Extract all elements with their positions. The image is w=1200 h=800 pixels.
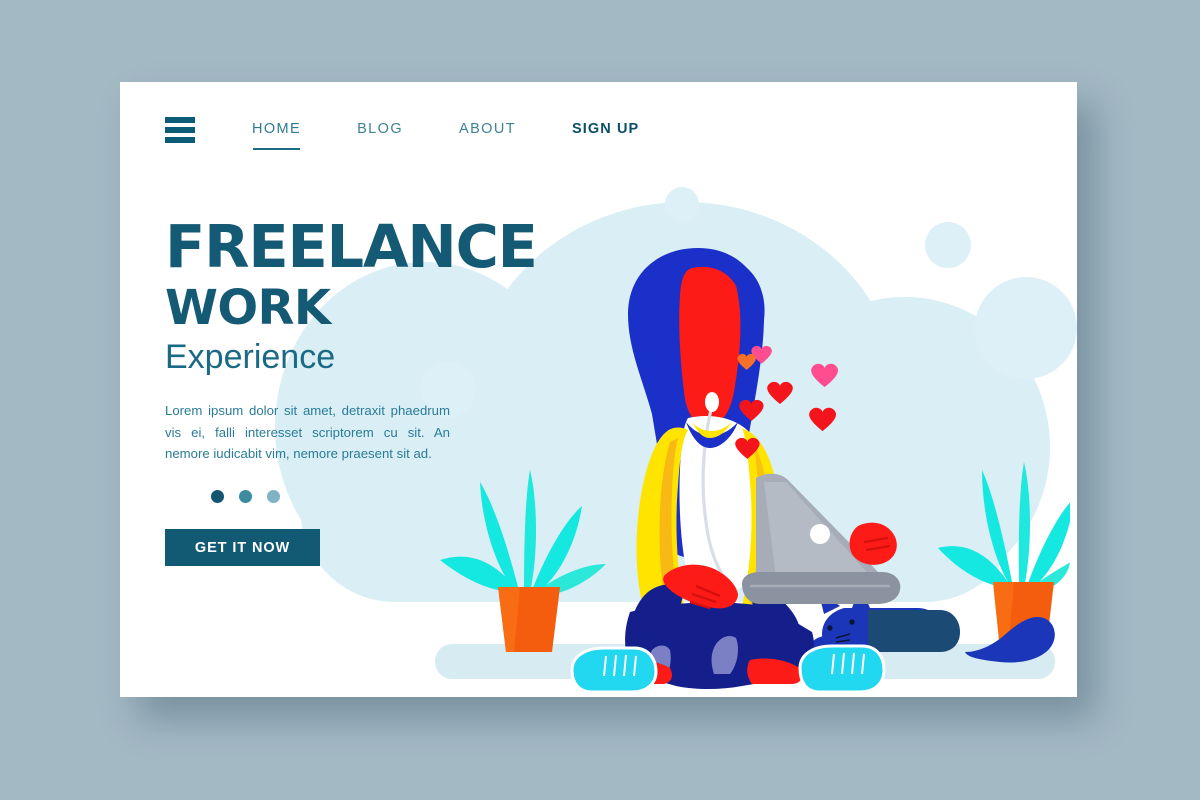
carousel-dot-2[interactable] (239, 490, 252, 504)
nav-link-list: HOME BLOG ABOUT SIGN UP (252, 121, 639, 150)
main-navigation: HOME BLOG ABOUT SIGN UP (165, 110, 639, 150)
hamburger-bar-1 (165, 117, 195, 123)
heart-4 (767, 381, 793, 404)
floating-hearts (735, 345, 839, 459)
nav-link-about[interactable]: ABOUT (459, 121, 516, 139)
potted-plant-left (440, 470, 606, 652)
heart-3 (811, 363, 839, 388)
get-it-now-button[interactable]: GET IT NOW (165, 529, 320, 567)
hero-paragraph: Lorem ipsum dolor sit amet, detraxit pha… (165, 403, 450, 461)
screenshot-canvas: HOME BLOG ABOUT SIGN UP FREELANCE WORK E… (0, 0, 1200, 800)
heart-5 (809, 407, 837, 432)
carousel-dot-1[interactable] (211, 490, 224, 504)
landing-page-card: HOME BLOG ABOUT SIGN UP FREELANCE WORK E… (120, 82, 1077, 697)
hamburger-icon[interactable] (165, 117, 195, 143)
hamburger-bar-3 (165, 137, 195, 143)
nav-link-home[interactable]: HOME (252, 121, 301, 150)
shoe-right (798, 644, 886, 694)
nav-link-sign-up[interactable]: SIGN UP (572, 121, 639, 139)
nav-link-blog[interactable]: BLOG (357, 121, 403, 139)
shoe-left (570, 646, 658, 694)
hero-illustration (420, 182, 1070, 697)
carousel-dot-3[interactable] (267, 490, 280, 504)
hamburger-bar-2 (165, 127, 195, 133)
